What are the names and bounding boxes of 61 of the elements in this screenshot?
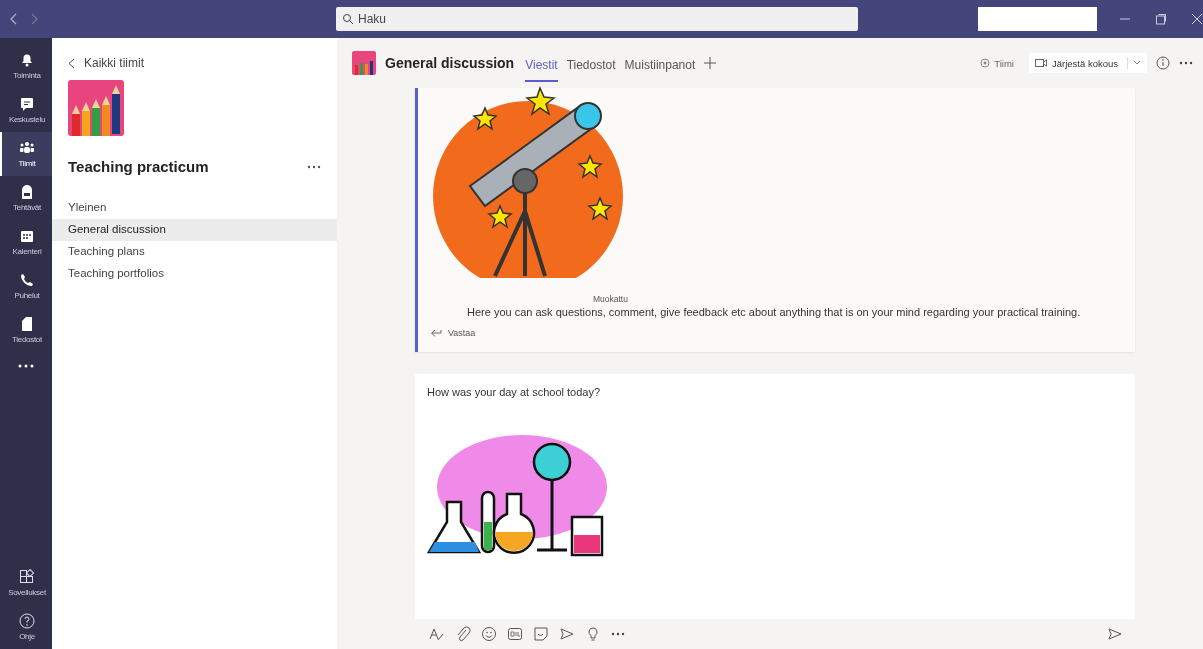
compose-box[interactable]: How was your day at school today? xyxy=(415,374,1135,619)
send-outline-icon[interactable] xyxy=(559,626,575,642)
channel-item[interactable]: Yleinen xyxy=(52,197,337,219)
edited-label: Muokattu xyxy=(593,294,628,304)
pencils-icon xyxy=(352,51,376,75)
chat-icon xyxy=(19,96,35,112)
apps-icon xyxy=(19,569,35,585)
tab[interactable]: Viestit xyxy=(525,48,558,82)
profile-field[interactable] xyxy=(977,7,1097,31)
chevron-down-icon xyxy=(1133,60,1141,66)
search-field[interactable]: Haku xyxy=(336,7,858,31)
reply-link[interactable]: Vastaa xyxy=(430,328,476,338)
file-icon xyxy=(19,316,35,332)
team-button[interactable]: Tiimi xyxy=(974,53,1020,73)
paperclip-icon[interactable] xyxy=(455,626,471,642)
format-icon[interactable] xyxy=(429,626,445,642)
rail-item[interactable]: Sovellukset xyxy=(0,561,52,605)
channel-title: General discussion xyxy=(385,55,515,71)
rail-item[interactable]: Kalenteri xyxy=(0,220,52,264)
search-icon xyxy=(342,13,354,25)
help-icon xyxy=(19,613,35,629)
reply-arrow-icon xyxy=(430,328,442,338)
channel-item[interactable]: Teaching portfolios xyxy=(52,263,337,285)
meet-button[interactable]: Järjestä kokous xyxy=(1029,53,1147,73)
more-icon[interactable] xyxy=(18,364,34,368)
more-options-icon[interactable] xyxy=(1179,61,1193,65)
more-options-icon[interactable] xyxy=(307,164,321,169)
rail-item[interactable]: Tiimit xyxy=(0,132,52,176)
chevron-left-icon xyxy=(68,57,75,69)
rail-item[interactable]: Puhelut xyxy=(0,264,52,308)
video-camera-icon xyxy=(1035,58,1047,68)
back-link[interactable]: Kaikki tiimit xyxy=(68,56,144,70)
eye-icon xyxy=(980,58,991,68)
compose-text: How was your day at school today? xyxy=(427,386,602,398)
send-icon[interactable] xyxy=(1107,626,1123,642)
rail-item[interactable]: Tiedostot xyxy=(0,308,52,352)
rail-item[interactable]: Ohje xyxy=(0,605,52,649)
calendar-icon xyxy=(19,228,35,244)
restore-icon[interactable] xyxy=(1155,13,1167,25)
gif-icon[interactable] xyxy=(507,626,523,642)
pencils-icon xyxy=(68,80,124,136)
phone-icon xyxy=(19,272,35,288)
rail-item[interactable]: Keskustelu xyxy=(0,88,52,132)
tab[interactable]: Muistiinpanot xyxy=(624,48,696,82)
channel-item[interactable]: Teaching plans xyxy=(52,241,337,263)
people-icon xyxy=(19,140,35,156)
more-options-icon[interactable] xyxy=(611,632,625,636)
rail-item[interactable]: Tehtävät xyxy=(0,176,52,220)
team-name: Teaching practicum xyxy=(68,158,209,175)
close-icon[interactable] xyxy=(1191,13,1203,25)
emoji-icon[interactable] xyxy=(481,626,497,642)
sticker-icon[interactable] xyxy=(533,626,549,642)
rail-item[interactable]: Toiminta xyxy=(0,44,52,88)
info-icon[interactable] xyxy=(1156,56,1170,70)
lightbulb-icon[interactable] xyxy=(585,626,601,642)
post-text: Here you can ask questions, comment, give feedback etc about anything that is on your mind regarding your practical training. xyxy=(467,306,1082,318)
add-tab-icon[interactable] xyxy=(704,57,717,69)
channel-item[interactable]: General discussion xyxy=(52,219,337,241)
bell-icon xyxy=(19,52,35,68)
tab[interactable]: Tiedostot xyxy=(566,48,616,82)
bag-icon xyxy=(19,184,35,200)
